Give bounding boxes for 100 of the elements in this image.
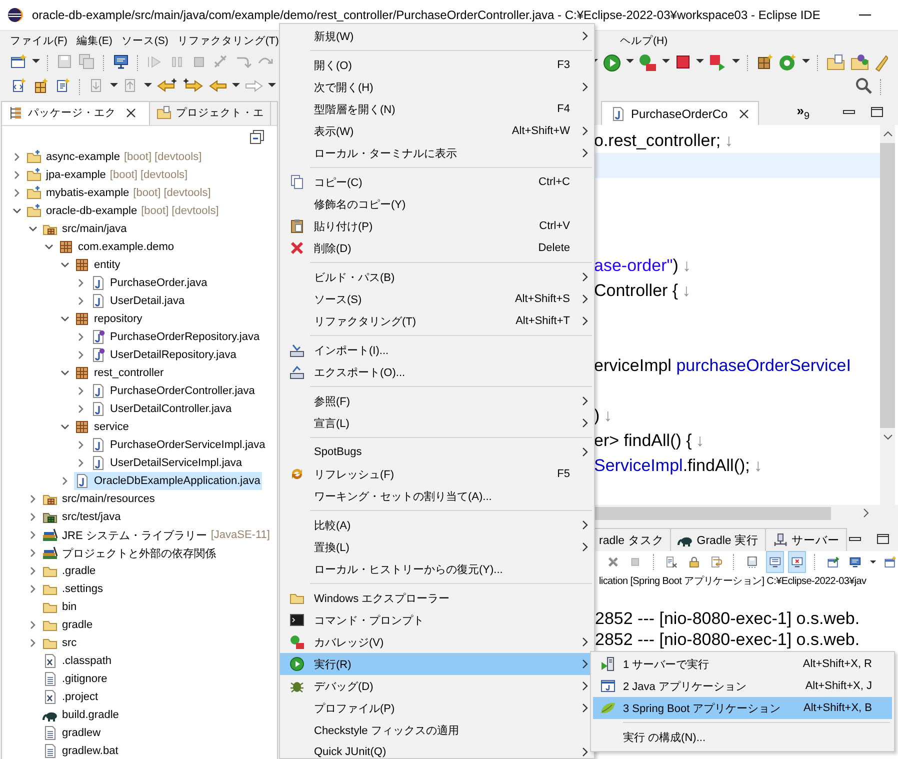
maximize-icon[interactable] bbox=[876, 533, 890, 545]
chevron-down-icon[interactable] bbox=[60, 422, 70, 432]
chevron-right-icon[interactable] bbox=[28, 566, 38, 576]
chevron-right-icon[interactable] bbox=[76, 386, 86, 396]
menu-item[interactable]: ソース(S) Alt+Shift+S bbox=[280, 288, 594, 310]
tree-item[interactable]: gradle bbox=[42, 616, 95, 634]
tree-item[interactable]: src/main/resources bbox=[42, 490, 157, 508]
menu-item[interactable]: 表示(W) Alt+Shift+W bbox=[280, 120, 594, 142]
menu-item[interactable]: 修飾名のコピー(Y) bbox=[280, 193, 594, 215]
menu-item[interactable]: 1 サーバーで実行 Alt+Shift+X, R bbox=[593, 653, 892, 675]
menu-item[interactable]: 2 Java アプリケーション Alt+Shift+X, J bbox=[593, 675, 892, 697]
chevron-right-icon[interactable] bbox=[76, 350, 86, 360]
tree-item[interactable]: bin bbox=[42, 598, 79, 616]
tree-item[interactable]: oracle-db-example [boot] [devtools] bbox=[26, 202, 221, 220]
scroll-down-icon[interactable] bbox=[882, 433, 892, 441]
chevron-down-icon[interactable] bbox=[60, 260, 70, 270]
chevron-down-icon[interactable] bbox=[60, 314, 70, 324]
tab[interactable]: パッケージ・エク bbox=[2, 102, 150, 124]
chevron-down-icon[interactable] bbox=[12, 206, 22, 216]
scrollbar-thumb[interactable] bbox=[880, 143, 895, 428]
chevron-right-icon[interactable] bbox=[12, 188, 22, 198]
tab[interactable]: Gradle 実行 bbox=[670, 528, 766, 551]
menu-item[interactable]: コマンド・プロンプト bbox=[280, 609, 594, 631]
menu-item[interactable]: エクスポート(O)... bbox=[280, 361, 594, 383]
menu-bar-item[interactable]: ヘルプ(H) bbox=[620, 35, 668, 47]
tree-item[interactable]: src bbox=[42, 634, 79, 652]
tree-item[interactable]: repository bbox=[74, 310, 144, 328]
tree-item[interactable]: build.gradle bbox=[42, 706, 121, 724]
tab[interactable]: プロジェクト・エ bbox=[150, 102, 271, 124]
tree-item[interactable]: service bbox=[74, 418, 131, 436]
tree-item[interactable]: プロジェクトと外部の依存関係 bbox=[42, 544, 218, 562]
menu-item[interactable]: Quick JUnit(Q) bbox=[280, 741, 594, 759]
tree-item[interactable]: com.example.demo bbox=[58, 238, 176, 256]
chevron-right-icon[interactable] bbox=[28, 638, 38, 648]
chevron-right-icon[interactable] bbox=[76, 458, 86, 468]
console-output-icon[interactable] bbox=[766, 552, 783, 572]
tree-item[interactable]: .gitignore bbox=[42, 670, 110, 688]
tree-item[interactable]: OracleDbExampleApplication.java bbox=[74, 472, 262, 490]
menu-bar-item[interactable]: ファイル(F) bbox=[10, 34, 68, 48]
scroll-up-icon[interactable] bbox=[882, 130, 892, 138]
close-icon[interactable] bbox=[125, 107, 137, 120]
menu-item[interactable]: コピー(C) Ctrl+C bbox=[280, 171, 594, 193]
maximize-icon[interactable] bbox=[870, 106, 884, 118]
menu-item[interactable]: 次で開く(H) bbox=[280, 76, 594, 98]
tree-item[interactable]: entity bbox=[74, 256, 122, 274]
menu-item[interactable]: 新規(W) bbox=[280, 25, 594, 47]
chevron-right-icon[interactable] bbox=[76, 332, 86, 342]
menu-item[interactable]: リファクタリング(T) Alt+Shift+T bbox=[280, 310, 594, 332]
tree-item[interactable]: gradlew.bat bbox=[42, 742, 120, 759]
scrollbar-thumb[interactable] bbox=[593, 506, 831, 520]
chevron-right-icon[interactable] bbox=[28, 530, 38, 540]
tree-item[interactable]: UserDetailRepository.java bbox=[90, 346, 238, 364]
tree-item[interactable]: .project bbox=[42, 688, 100, 706]
menu-bar-item[interactable]: 編集(E) bbox=[76, 34, 112, 48]
menu-item[interactable]: 置換(L) bbox=[280, 536, 594, 558]
coverage-icon[interactable] bbox=[638, 53, 658, 73]
menu-item[interactable]: カバレッジ(V) bbox=[280, 631, 594, 653]
chevron-right-icon[interactable] bbox=[76, 278, 86, 288]
menu-item[interactable]: リフレッシュ(F) F5 bbox=[280, 463, 594, 485]
chevron-down-icon[interactable] bbox=[60, 368, 70, 378]
chevron-right-icon[interactable] bbox=[76, 296, 86, 306]
chevron-right-icon[interactable] bbox=[12, 152, 22, 162]
chevron-right-icon[interactable] bbox=[12, 170, 22, 180]
chevron-down-icon[interactable] bbox=[44, 242, 54, 252]
chevron-right-icon[interactable] bbox=[28, 584, 38, 594]
menu-item[interactable]: 比較(A) bbox=[280, 514, 594, 536]
chevron-right-icon[interactable] bbox=[28, 620, 38, 630]
chevron-right-icon[interactable] bbox=[60, 476, 70, 486]
tree-item[interactable]: PurchaseOrder.java bbox=[90, 274, 210, 292]
tree-item[interactable]: .classpath bbox=[42, 652, 114, 670]
tree-item[interactable]: src/main/java bbox=[42, 220, 129, 238]
menu-item[interactable]: Checkstyle フィックスの適用 bbox=[280, 719, 594, 741]
tree-item[interactable]: JRE システム・ライブラリー [JavaSE-11] bbox=[42, 526, 272, 544]
tab[interactable]: PurchaseOrderCo bbox=[601, 101, 759, 125]
tree-item[interactable]: PurchaseOrderRepository.java bbox=[90, 328, 262, 346]
menu-item[interactable]: 貼り付け(P) Ctrl+V bbox=[280, 215, 594, 237]
chevron-down-icon[interactable] bbox=[28, 224, 38, 234]
tab[interactable]: サーバー bbox=[766, 528, 846, 551]
menu-item[interactable]: 開く(O) F3 bbox=[280, 54, 594, 76]
tree-item[interactable]: async-example [boot] [devtools] bbox=[26, 148, 204, 166]
menu-item[interactable]: ローカル・ターミナルに表示 bbox=[280, 142, 594, 164]
folder-icon[interactable] bbox=[850, 53, 870, 73]
tree-item[interactable]: jpa-example [boot] [devtools] bbox=[26, 166, 190, 184]
menu-item[interactable]: ビルド・パス(B) bbox=[280, 266, 594, 288]
tree-item[interactable]: .settings bbox=[42, 580, 105, 598]
menu-item[interactable]: 型階層を開く(N) F4 bbox=[280, 98, 594, 120]
folder-icon[interactable] bbox=[826, 53, 846, 73]
pencil-icon[interactable] bbox=[874, 53, 888, 73]
tree-item[interactable]: PurchaseOrderServiceImpl.java bbox=[90, 436, 268, 454]
chevron-right-icon[interactable] bbox=[76, 404, 86, 414]
tree-item[interactable]: gradlew bbox=[42, 724, 103, 742]
menu-item[interactable]: デバッグ(D) bbox=[280, 675, 594, 697]
tree-item[interactable]: rest_controller bbox=[74, 364, 166, 382]
chevron-right-icon[interactable] bbox=[76, 440, 86, 450]
tree-item[interactable]: PurchaseOrderController.java bbox=[90, 382, 257, 400]
menu-item[interactable]: プロファイル(P) bbox=[280, 697, 594, 719]
collapse-all-icon[interactable] bbox=[249, 128, 265, 145]
menu-item[interactable]: SpotBugs bbox=[280, 441, 594, 463]
menu-item[interactable]: 参照(F) bbox=[280, 390, 594, 412]
tree-item[interactable]: .gradle bbox=[42, 562, 98, 580]
